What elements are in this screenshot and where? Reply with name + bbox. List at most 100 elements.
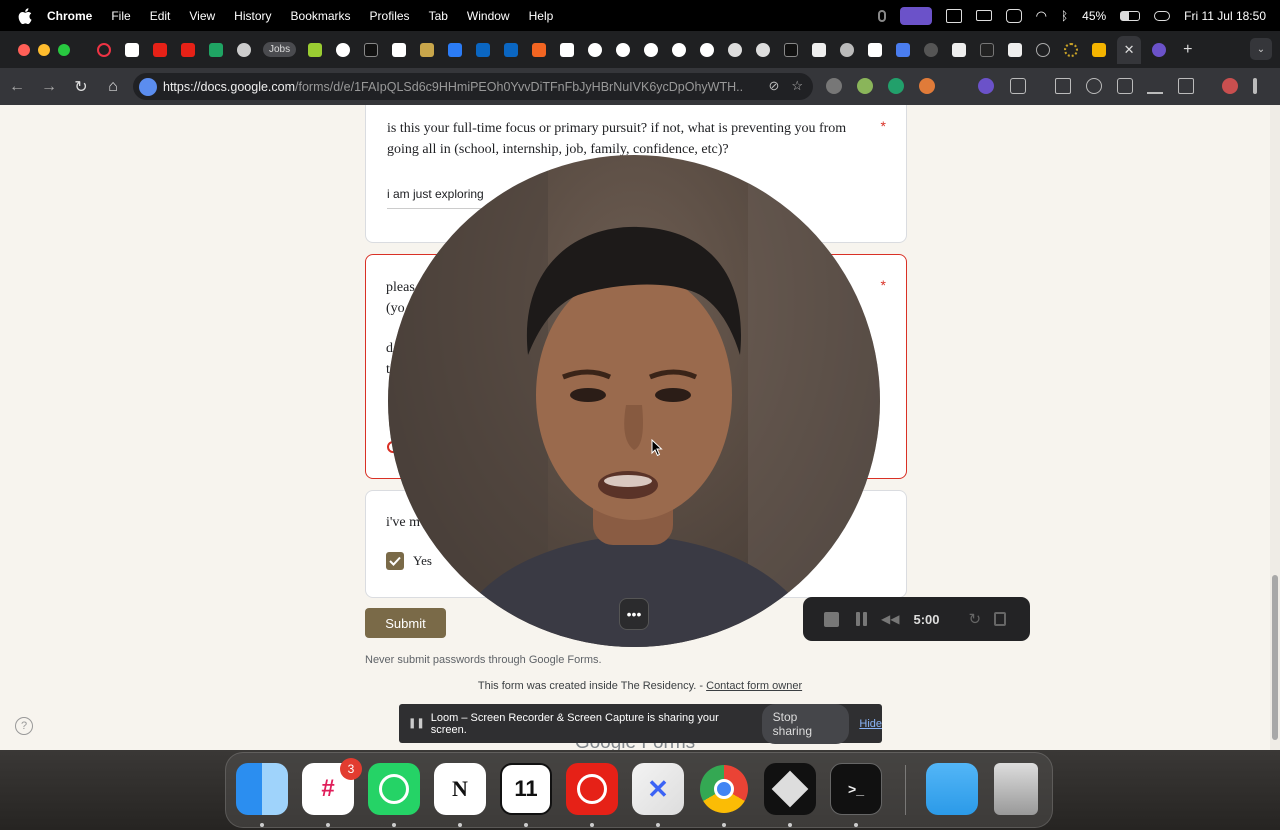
tab-favicon-blue[interactable]: [448, 42, 463, 57]
tab-favicon-linkedin-2[interactable]: [504, 42, 519, 57]
microphone-icon[interactable]: [877, 9, 886, 22]
menu-tab[interactable]: Tab: [429, 9, 448, 23]
apple-icon[interactable]: [16, 7, 33, 24]
tab-favicon-gear[interactable]: [1152, 42, 1167, 57]
extension-status-icon[interactable]: [1005, 8, 1022, 23]
camera-options-button[interactable]: •••: [619, 598, 649, 630]
tab-favicon-google[interactable]: [336, 42, 351, 57]
perplexity-icon[interactable]: [764, 763, 816, 815]
tab-favicon-b[interactable]: [125, 42, 139, 57]
stop-sharing-button[interactable]: Stop sharing: [761, 703, 850, 744]
trash-icon[interactable]: [994, 612, 1007, 626]
home-button[interactable]: ⌂: [98, 72, 128, 102]
extension-icon-2[interactable]: [857, 78, 873, 94]
trash-bin-icon[interactable]: [994, 763, 1038, 815]
tab-favicon-dark[interactable]: [924, 42, 939, 57]
chrome-app-icon[interactable]: [698, 763, 750, 815]
tab-search-button[interactable]: ⌄: [1250, 38, 1272, 60]
tab-favicon-x-2[interactable]: [784, 42, 799, 57]
whatsapp-icon[interactable]: [368, 763, 420, 815]
tab-favicon-chrome[interactable]: [237, 42, 251, 57]
menu-help[interactable]: Help: [529, 9, 554, 23]
screenshot-icon[interactable]: [1117, 78, 1133, 94]
scrollbar-thumb[interactable]: [1272, 575, 1278, 740]
profile-avatar[interactable]: [1222, 78, 1238, 94]
reload-button[interactable]: ↻: [66, 72, 96, 102]
menu-view[interactable]: View: [189, 9, 215, 23]
finder-icon[interactable]: [236, 763, 288, 815]
tab-favicon-google-4[interactable]: [644, 42, 659, 57]
tab-favicon-sheets[interactable]: [209, 42, 223, 57]
tab-favicon-lines[interactable]: [1008, 42, 1023, 57]
hide-banner-link[interactable]: Hide: [859, 718, 882, 730]
tab-favicon-spinner[interactable]: [1064, 42, 1079, 57]
tab-favicon-circle[interactable]: [1036, 42, 1051, 57]
address-bar[interactable]: https://docs.google.com/forms/d/e/1FAIpQ…: [133, 73, 813, 100]
site-info-icon[interactable]: [139, 77, 157, 96]
extension-icon-5[interactable]: [978, 78, 994, 94]
control-center-icon[interactable]: [1154, 10, 1171, 21]
active-tab[interactable]: ✕: [1117, 35, 1142, 64]
tab-favicon-record[interactable]: [97, 42, 111, 57]
close-window-button[interactable]: [18, 43, 30, 56]
folder-icon[interactable]: [926, 763, 978, 815]
reading-list-icon[interactable]: [1055, 78, 1071, 94]
terminal-icon[interactable]: >_: [830, 763, 882, 815]
tab-favicon-globe[interactable]: [840, 42, 855, 57]
tab-favicon-google-5[interactable]: [672, 42, 687, 57]
new-tab-button[interactable]: +: [1183, 41, 1192, 59]
download-icon[interactable]: [1147, 78, 1163, 94]
extension-icon-4[interactable]: [919, 78, 935, 94]
bluetooth-icon[interactable]: ᛒ: [1061, 9, 1068, 23]
clock[interactable]: Fri 11 Jul 18:50: [1184, 9, 1266, 23]
tab-favicon-plant[interactable]: [420, 42, 435, 57]
contact-owner-link[interactable]: Contact form owner: [706, 680, 802, 692]
tab-favicon-google-6[interactable]: [700, 42, 715, 57]
design-app-icon[interactable]: ✕: [632, 763, 684, 815]
notion-icon[interactable]: N: [434, 763, 486, 815]
url-text[interactable]: https://docs.google.com/forms/d/e/1FAIpQ…: [163, 80, 743, 94]
calendar-icon[interactable]: [945, 8, 962, 23]
stop-recording-icon[interactable]: [824, 611, 839, 627]
tab-group-jobs[interactable]: Jobs: [263, 42, 297, 57]
back-button[interactable]: ←: [2, 72, 32, 102]
close-tab-icon[interactable]: ✕: [1124, 42, 1135, 58]
tab-favicon-openai-2[interactable]: [756, 42, 771, 57]
youtube-music-icon[interactable]: [566, 763, 618, 815]
menu-file[interactable]: File: [111, 9, 130, 23]
tab-favicon-linkedin[interactable]: [476, 42, 491, 57]
tab-favicon-gmail[interactable]: [560, 42, 575, 57]
tab-favicon-arrow[interactable]: [952, 42, 967, 57]
minimize-window-button[interactable]: [38, 43, 50, 56]
extension-icon-1[interactable]: [826, 78, 842, 94]
battery-icon[interactable]: [1120, 10, 1141, 21]
slack-icon[interactable]: # 3: [302, 758, 362, 815]
tab-favicon-chart[interactable]: [868, 42, 883, 57]
bookmark-star-icon[interactable]: ☆: [791, 78, 803, 94]
tab-favicon-app[interactable]: [308, 42, 323, 57]
calendar-app-icon[interactable]: 11: [500, 763, 552, 815]
cast-icon[interactable]: [1178, 78, 1194, 94]
tab-favicon-google-2[interactable]: [588, 42, 603, 57]
tab-favicon-si[interactable]: [980, 42, 995, 57]
tab-favicon-youtube-2[interactable]: [181, 42, 195, 57]
menu-window[interactable]: Window: [467, 9, 510, 23]
zoom-window-button[interactable]: [58, 43, 70, 56]
extension-icon-3[interactable]: [888, 78, 904, 94]
menu-profiles[interactable]: Profiles: [370, 9, 410, 23]
eye-off-icon[interactable]: ⊘: [768, 78, 779, 94]
menu-history[interactable]: History: [234, 9, 271, 23]
tab-favicon-openai[interactable]: [728, 42, 743, 57]
kebab-menu-icon[interactable]: [1253, 78, 1257, 94]
history-icon[interactable]: [1086, 78, 1102, 94]
wifi-icon[interactable]: ◠: [1036, 8, 1047, 24]
puzzle-icon[interactable]: [1010, 78, 1026, 94]
forward-button[interactable]: →: [34, 72, 64, 102]
loom-camera-bubble[interactable]: [388, 155, 880, 647]
tab-favicon-doc[interactable]: [392, 42, 407, 57]
display-icon[interactable]: [975, 10, 992, 21]
menu-bookmarks[interactable]: Bookmarks: [291, 9, 351, 23]
menu-edit[interactable]: Edit: [150, 9, 171, 23]
tab-favicon-zz[interactable]: [812, 42, 827, 57]
tab-favicon-ycombinator[interactable]: [532, 42, 547, 57]
